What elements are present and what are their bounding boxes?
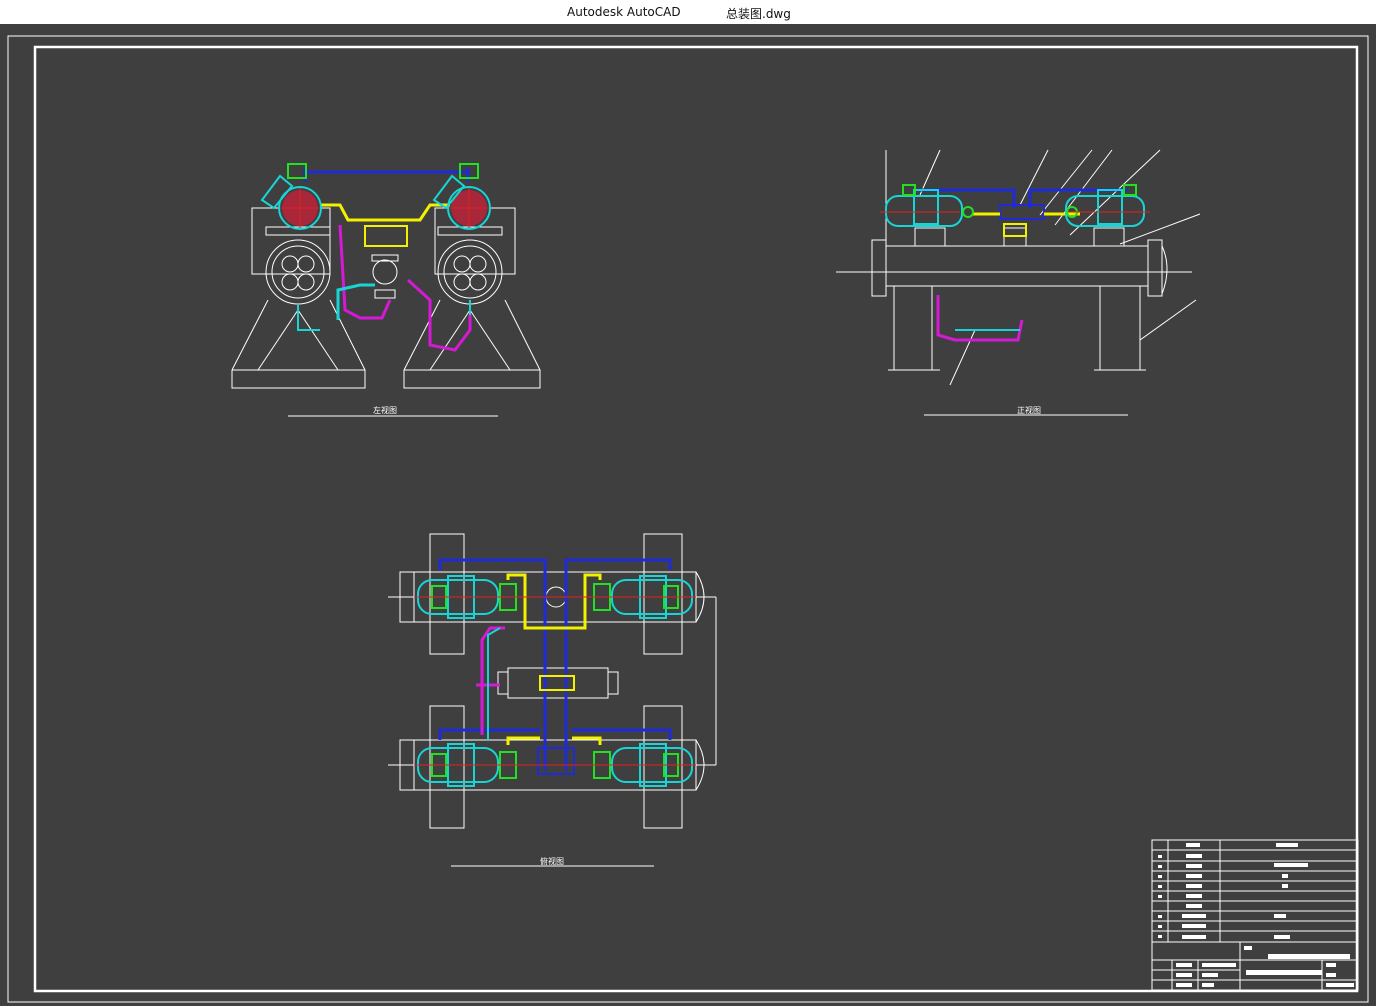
- title-bar: Autodesk AutoCAD 总装图.dwg: [0, 0, 1376, 24]
- drawing-canvas[interactable]: 左视图 正视图 俯视图: [0, 24, 1376, 1006]
- inner-frame: [33, 45, 1359, 993]
- outer-frame: [7, 35, 1369, 1003]
- app-name: Autodesk AutoCAD: [567, 5, 681, 19]
- left-view-caption: 左视图: [373, 405, 397, 415]
- left-view-pipes: [297, 168, 472, 352]
- front-view-caption: 正视图: [1017, 405, 1041, 415]
- drawing-svg: 左视图 正视图 俯视图: [7, 35, 1369, 1003]
- top-view-compressors: [414, 575, 696, 787]
- front-view[interactable]: [836, 149, 1201, 386]
- file-name: 总装图.dwg: [726, 7, 791, 21]
- left-view[interactable]: [231, 207, 541, 389]
- title-block-fill: [1158, 843, 1354, 987]
- top-view-caption: 俯视图: [540, 856, 564, 866]
